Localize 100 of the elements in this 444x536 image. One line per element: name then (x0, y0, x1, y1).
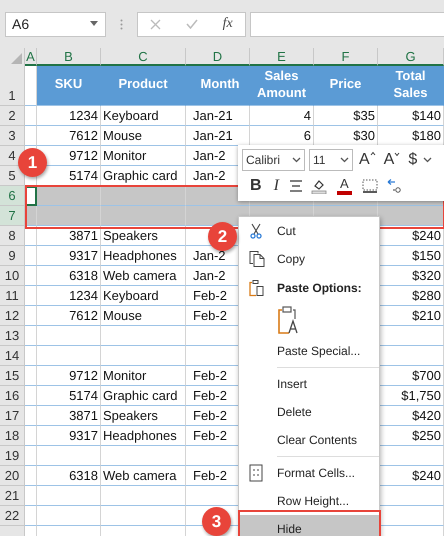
row-header[interactable]: 12 (0, 306, 25, 326)
table-cell: 6318 (37, 266, 101, 286)
table-cell: $140 (378, 106, 444, 126)
table-cell: 9712 (37, 366, 101, 386)
formula-input[interactable] (250, 12, 444, 36)
table-cell (37, 446, 101, 466)
italic-button[interactable]: I (272, 177, 281, 196)
row-header[interactable]: 9 (0, 246, 25, 266)
dropdown-caret-icon (423, 156, 432, 163)
table-cell: Graphic card (101, 166, 186, 186)
row-header[interactable]: 1 (0, 66, 25, 106)
column-heading: Product (101, 66, 186, 106)
table-cell: 6318 (37, 466, 101, 486)
menu-item[interactable]: Row Height... (239, 487, 379, 515)
row-header[interactable]: 20 (0, 466, 25, 486)
font-name-field[interactable]: Calibri (242, 148, 305, 171)
table-cell: Headphones (101, 246, 186, 266)
table-cell: 1234 (37, 286, 101, 306)
column-heading: Price (314, 66, 378, 106)
fill-bucket-icon[interactable] (310, 178, 327, 194)
table-cell: Keyboard (101, 286, 186, 306)
row-header[interactable]: 17 (0, 406, 25, 426)
step-badge: 3 (202, 507, 231, 536)
column-header[interactable]: A (25, 48, 37, 66)
table-cell (37, 186, 101, 206)
dropdown-caret-icon (292, 156, 301, 163)
row-header[interactable]: 7 (0, 206, 25, 226)
step-badge: 2 (208, 222, 237, 251)
table-cell: 7612 (37, 306, 101, 326)
table-cell: 3871 (37, 226, 101, 246)
grip-icon (120, 18, 123, 30)
table-cell: $35 (314, 106, 378, 126)
format-cells-icon (249, 464, 263, 482)
table-cell: Mouse (101, 306, 186, 326)
row-header[interactable]: 8 (0, 226, 25, 246)
row-header[interactable]: 22 (0, 506, 25, 526)
table-cell: Jan-21 (186, 106, 250, 126)
step-badge: 1 (18, 148, 47, 177)
row-header[interactable]: 3 (0, 126, 25, 146)
copy-icon (249, 250, 265, 268)
row-header[interactable]: 15 (0, 366, 25, 386)
row-header[interactable]: 6 (0, 186, 25, 206)
table-cell: Monitor (101, 146, 186, 166)
column-header[interactable]: G (378, 48, 444, 66)
column-heading: Month (186, 66, 250, 106)
column-header[interactable]: F (314, 48, 378, 66)
font-color-button[interactable]: A (334, 177, 354, 196)
table-cell: Monitor (101, 366, 186, 386)
table-cell: 9317 (37, 246, 101, 266)
borders-icon[interactable] (362, 179, 378, 194)
table-cell: Headphones (101, 426, 186, 446)
name-box[interactable]: A6 (5, 12, 106, 36)
font-size-field[interactable]: 11 (309, 148, 353, 171)
caret-icon (370, 150, 376, 157)
table-cell (37, 486, 101, 506)
row-header[interactable]: 18 (0, 426, 25, 446)
menu-item[interactable]: Paste Special... (239, 337, 379, 365)
row-header[interactable]: 14 (0, 346, 25, 366)
table-cell: Graphic card (101, 386, 186, 406)
row-header[interactable]: 10 (0, 266, 25, 286)
menu-item[interactable]: Cut (239, 217, 379, 245)
table-cell: 1234 (37, 106, 101, 126)
insert-function-button[interactable]: fx (222, 16, 233, 32)
decimal-icon[interactable] (386, 178, 402, 194)
table-cell: Web camera (101, 466, 186, 486)
table-cell: Keyboard (101, 106, 186, 126)
bold-button[interactable]: B (248, 177, 264, 196)
row-header[interactable]: 2 (0, 106, 25, 126)
shrink-font-button[interactable]: A (382, 150, 402, 169)
table-cell: 4 (250, 106, 314, 126)
column-heading: Total Sales (378, 66, 444, 106)
table-cell: Web camera (101, 266, 186, 286)
row-header[interactable]: 5 (0, 166, 25, 186)
table-cell: Speakers (101, 406, 186, 426)
currency-button[interactable]: $ (406, 150, 420, 169)
grow-font-button[interactable]: A (357, 150, 378, 169)
row-header[interactable]: 11 (0, 286, 25, 306)
row-header[interactable]: 16 (0, 386, 25, 406)
table-cell: Speakers (101, 226, 186, 246)
menu-item[interactable]: Hide (239, 515, 379, 536)
table-cell (37, 346, 101, 366)
scissors-icon (249, 223, 263, 239)
table-cell: Mouse (101, 126, 186, 146)
row-header[interactable]: 13 (0, 326, 25, 346)
table-cell: 5174 (37, 386, 101, 406)
row-header[interactable]: 19 (0, 446, 25, 466)
dropdown-caret-icon (340, 156, 349, 163)
column-header[interactable]: C (101, 48, 186, 66)
column-header[interactable]: D (186, 48, 250, 66)
center-align-icon[interactable] (288, 180, 303, 192)
table-cell: 7612 (37, 126, 101, 146)
column-heading: Sales Amount (250, 66, 314, 106)
column-header[interactable]: B (37, 48, 101, 66)
paste-button-icon[interactable] (277, 305, 299, 335)
caret-icon (394, 150, 400, 157)
table-cell (37, 506, 101, 526)
table-cell (37, 206, 101, 226)
column-header[interactable]: E (250, 48, 314, 66)
enter-checkmark-icon[interactable] (186, 19, 198, 29)
row-header[interactable]: 21 (0, 486, 25, 506)
